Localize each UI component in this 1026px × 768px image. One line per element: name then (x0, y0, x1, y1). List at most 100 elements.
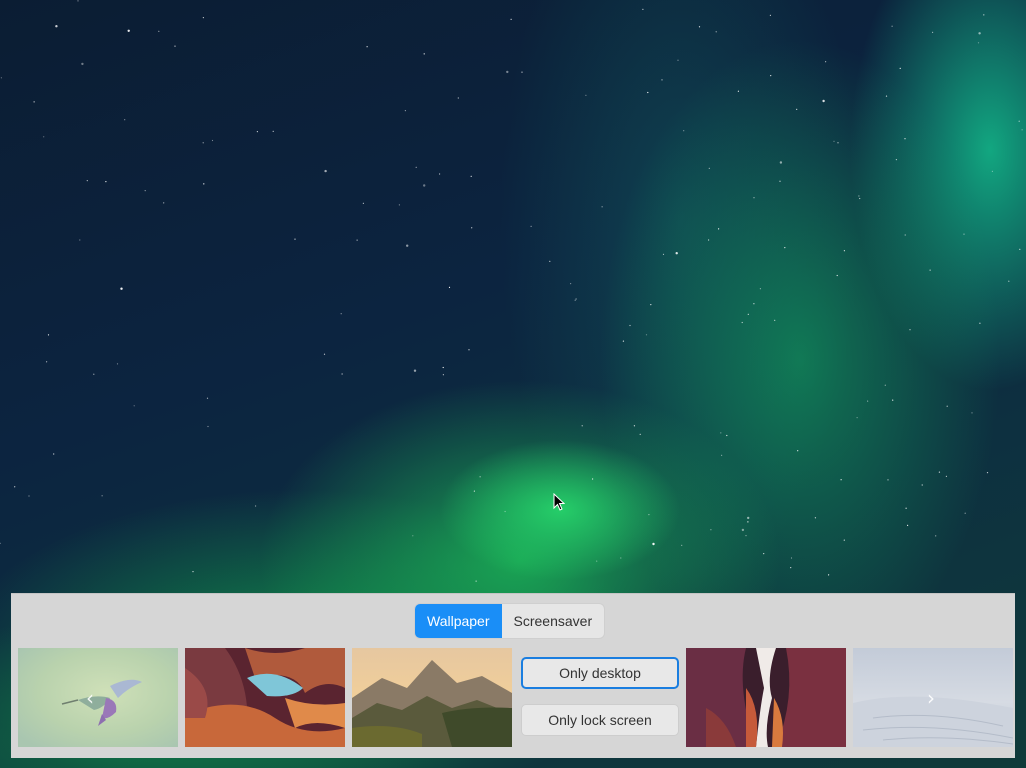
star (763, 553, 765, 555)
star (415, 166, 417, 168)
star (721, 454, 723, 456)
star (504, 510, 506, 513)
star (423, 184, 426, 187)
star (837, 142, 839, 144)
star (822, 99, 825, 103)
star (77, 0, 79, 2)
star (211, 139, 214, 142)
star (479, 476, 481, 478)
star (935, 535, 937, 537)
star (601, 206, 603, 208)
star (340, 313, 342, 315)
star (470, 175, 472, 177)
star (698, 26, 701, 28)
star (202, 142, 204, 144)
star (575, 298, 577, 300)
star (867, 400, 869, 402)
star (0, 77, 2, 79)
star (905, 507, 907, 509)
wallpaper-thumbnail-mountain-valley[interactable] (352, 648, 512, 747)
star (718, 228, 720, 230)
star (720, 432, 722, 434)
star (207, 425, 209, 428)
star (592, 478, 594, 480)
star (770, 75, 772, 77)
only-desktop-button[interactable]: Only desktop (521, 657, 679, 689)
sandstone-arch-image (185, 648, 345, 747)
star (745, 535, 747, 537)
star (892, 399, 894, 401)
mouse-pointer-icon (553, 493, 565, 511)
star (475, 580, 477, 582)
star (362, 202, 364, 204)
tab-screensaver[interactable]: Screensaver (502, 604, 605, 638)
star (726, 434, 728, 437)
star (986, 472, 989, 474)
star (398, 204, 400, 206)
star (642, 8, 644, 10)
wallpaper-thumbnail-white-dunes[interactable]: › (853, 648, 1013, 747)
canyon-slot-image (686, 648, 846, 747)
star (323, 353, 326, 355)
star (715, 31, 717, 33)
star (891, 25, 893, 27)
star (570, 283, 572, 285)
star (256, 131, 258, 133)
wallpaper-thumbnail-sandstone-arch[interactable] (185, 648, 345, 747)
desktop-background: Wallpaper Screensaver ‹ Only desktop Onl… (0, 0, 1026, 768)
star (887, 479, 889, 481)
star (836, 274, 838, 277)
star (86, 180, 88, 182)
star (629, 324, 631, 327)
star (991, 170, 994, 172)
star (423, 53, 425, 55)
star (53, 453, 55, 455)
star (885, 95, 888, 97)
hummingbird-image (18, 648, 178, 747)
star (144, 190, 146, 192)
star (202, 17, 204, 19)
star (158, 30, 160, 32)
star (979, 322, 981, 324)
star (747, 313, 749, 315)
star (341, 373, 343, 375)
star (945, 475, 948, 477)
star (907, 524, 909, 527)
star (899, 67, 901, 69)
star (779, 180, 781, 182)
star (105, 181, 107, 183)
star (741, 321, 743, 324)
star (814, 517, 817, 519)
star (1019, 248, 1021, 250)
star (774, 319, 776, 321)
star (790, 567, 792, 569)
star (294, 238, 296, 240)
star (124, 119, 126, 121)
star (833, 140, 835, 142)
star (93, 373, 95, 375)
tab-wallpaper[interactable]: Wallpaper (415, 604, 502, 638)
star (662, 253, 665, 255)
star (1008, 280, 1010, 282)
chevron-left-icon[interactable]: ‹ (86, 688, 94, 708)
star (163, 202, 165, 204)
wallpaper-thumbnail-hummingbird[interactable]: ‹ (18, 648, 178, 747)
star (324, 169, 327, 173)
star (192, 571, 194, 573)
star (620, 557, 622, 559)
only-lock-screen-button[interactable]: Only lock screen (521, 704, 679, 736)
star (747, 516, 750, 520)
star (413, 369, 417, 372)
star (909, 329, 911, 331)
star (174, 45, 176, 47)
star (710, 529, 712, 531)
star (938, 471, 941, 473)
star (356, 239, 358, 241)
star (79, 239, 81, 241)
star (652, 542, 655, 546)
wallpaper-thumbnail-canyon-slot[interactable] (686, 648, 846, 747)
star (828, 574, 830, 576)
chevron-right-icon[interactable]: › (927, 688, 935, 708)
mode-tabs: Wallpaper Screensaver (414, 603, 606, 639)
star (468, 349, 470, 351)
